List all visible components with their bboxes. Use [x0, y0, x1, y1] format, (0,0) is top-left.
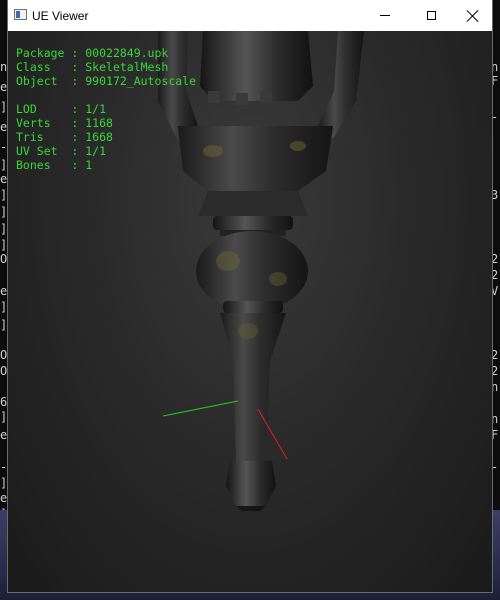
console-glyph: -	[491, 460, 499, 474]
class-label: Class	[16, 60, 51, 74]
close-icon	[467, 10, 479, 22]
tris-value: 1668	[85, 130, 113, 144]
minimize-button[interactable]	[362, 0, 408, 31]
verts-value: 1168	[85, 116, 113, 130]
console-glyph: 2	[491, 268, 499, 282]
console-glyph: ]	[0, 100, 8, 114]
console-glyph: 6	[0, 395, 8, 409]
console-glyph: ]	[0, 318, 8, 332]
3d-viewport[interactable]: Package : 00022849.upk Class : SkeletalM…	[8, 31, 492, 592]
object-label: Object	[16, 74, 58, 88]
console-glyph: ]	[0, 222, 8, 236]
console-glyph: F	[491, 74, 499, 88]
console-glyph: -	[0, 460, 8, 474]
verts-label: Verts	[16, 116, 51, 130]
console-glyph: e	[0, 172, 8, 186]
console-glyph: n	[491, 60, 499, 74]
ue-viewer-window[interactable]: UE Viewer Package: 00022849.upk Class:…	[8, 0, 492, 592]
console-glyph: 3	[491, 188, 499, 202]
console-glyph: e	[0, 284, 8, 298]
console-glyph: ]	[0, 410, 8, 424]
console-glyph: ]	[0, 188, 8, 202]
console-glyph: n	[0, 60, 8, 74]
console-glyph: V	[491, 284, 499, 298]
console-glyph: 2	[491, 364, 499, 378]
console-glyph: 2	[491, 252, 499, 266]
console-glyph: -	[491, 110, 499, 124]
window-title: UE Viewer	[32, 9, 89, 23]
console-glyph: e	[0, 491, 8, 505]
console-glyph: ]	[0, 238, 8, 252]
console-glyph: 2	[491, 348, 499, 362]
object-value: 990172_Autoscale	[85, 74, 197, 88]
console-glyph: e	[0, 80, 8, 94]
console-glyph: ]	[0, 205, 8, 219]
minimize-icon	[380, 15, 390, 16]
console-glyph: e	[0, 120, 8, 134]
handle-knob	[196, 231, 308, 311]
lantern-cap	[200, 31, 313, 101]
package-label: Package	[16, 46, 65, 60]
info-class-row: Class : SkeletalMesh	[16, 60, 169, 74]
title-bar[interactable]: UE Viewer	[8, 0, 492, 31]
info-bones-row: Bones : 1	[16, 158, 93, 172]
console-glyph: e	[0, 428, 8, 442]
tris-label: Tris	[16, 130, 44, 144]
console-glyph: O	[0, 348, 8, 362]
console-glyph: -	[0, 140, 8, 154]
uvset-label: UV Set	[16, 144, 58, 158]
info-package-row: Package : 00022849.upk	[16, 46, 169, 60]
mesh-info-panel: Package : 00022849.upk Class : SkeletalM…	[16, 46, 196, 172]
console-glyph: ]	[0, 476, 8, 490]
console-glyph: O	[0, 364, 8, 378]
info-tris-row: Tris : 1668	[16, 130, 113, 144]
lantern-base	[178, 126, 333, 191]
console-glyph: n	[491, 380, 499, 394]
uvset-value: 1/1	[85, 144, 107, 158]
console-glyph: F	[491, 428, 499, 442]
bones-label: Bones	[16, 158, 51, 172]
console-glyph: ]	[0, 300, 8, 314]
info-lod-row: LOD : 1/1	[16, 102, 107, 116]
handle-pommel	[226, 461, 276, 506]
info-verts-row: Verts : 1168	[16, 116, 113, 130]
close-button[interactable]	[454, 0, 492, 31]
maximize-icon	[426, 11, 436, 20]
console-glyph: n	[491, 412, 499, 426]
app-window-icon	[14, 9, 27, 20]
lantern-arm-right	[318, 31, 364, 139]
bones-value: 1	[85, 158, 93, 172]
y-axis-line	[162, 400, 239, 417]
console-glyph: ]	[0, 158, 8, 172]
lod-value: 1/1	[85, 102, 107, 116]
package-value: 00022849.upk	[85, 46, 169, 60]
info-object-row: Object : 990172_Autoscale	[16, 74, 197, 88]
info-uvset-row: UV Set : 1/1	[16, 144, 107, 158]
console-glyph: O	[0, 252, 8, 266]
maximize-button[interactable]	[408, 0, 454, 31]
lod-label: LOD	[16, 102, 37, 116]
class-value: SkeletalMesh	[85, 60, 169, 74]
